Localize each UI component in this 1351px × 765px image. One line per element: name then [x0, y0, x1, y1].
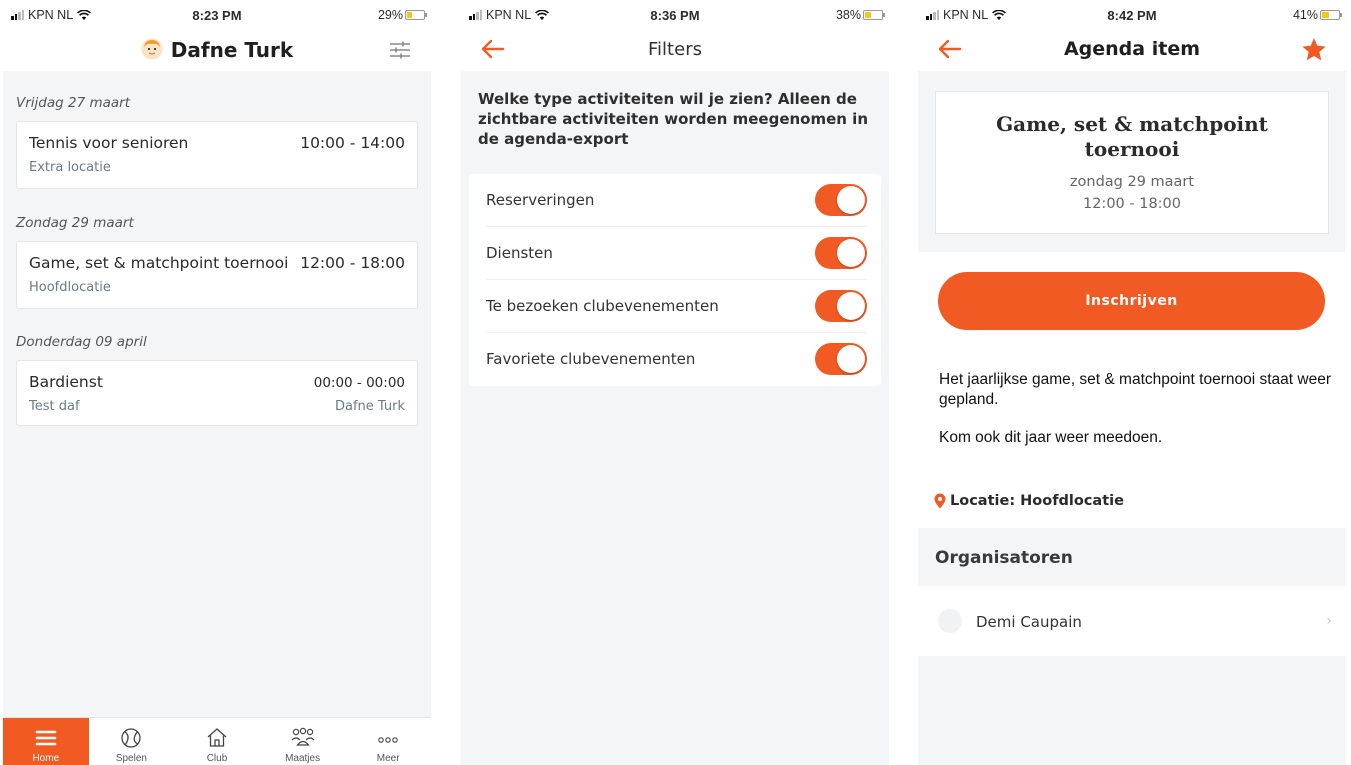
- battery-icon: [863, 10, 885, 20]
- event-time: 10:00 - 14:00: [300, 134, 405, 152]
- filter-list: Reserveringen Diensten Te bezoeken clube…: [469, 174, 881, 386]
- event-title: Game, set & matchpoint toernooi: [29, 254, 289, 272]
- house-icon: [207, 728, 227, 747]
- date-label: Vrijdag 27 maart: [16, 95, 130, 111]
- filters-screen: KPN NL 8:36 PM 38% Filters Welke type ac…: [461, 0, 889, 765]
- section-title: Organisatoren: [935, 548, 1073, 568]
- user-avatar-icon[interactable]: [141, 38, 163, 60]
- toggle-favoriete[interactable]: [815, 343, 867, 375]
- toggle-diensten[interactable]: [815, 237, 867, 269]
- event-description: Het jaarlijkse game, set & matchpoint to…: [939, 371, 1331, 408]
- event-card[interactable]: Tennis voor senioren 10:00 - 14:00 Extra…: [16, 121, 418, 189]
- date-label: Zondag 29 maart: [16, 215, 134, 231]
- organizer-name: Demi Caupain: [976, 613, 1082, 631]
- filters-intro: Welke type activiteiten wil je zien? All…: [478, 90, 869, 148]
- tab-bar: Home Spelen Club Maatjes Meer: [3, 717, 431, 765]
- battery-percent: 41%: [1292, 8, 1318, 22]
- clock: 8:36 PM: [650, 8, 700, 23]
- chevron-right-icon: ›: [1326, 613, 1332, 629]
- app-header: Agenda item: [918, 30, 1346, 71]
- status-bar: KPN NL 8:42 PM 41%: [918, 0, 1346, 30]
- event-card[interactable]: Bardienst 00:00 - 00:00 Test daf Dafne T…: [16, 360, 418, 426]
- event-location: Hoofdlocatie: [29, 280, 111, 295]
- agenda-item-screen: KPN NL 8:42 PM 41% Agenda item Game, set…: [918, 0, 1346, 765]
- page-title: Dafne Turk: [3, 38, 431, 62]
- location-pin-icon: [934, 493, 946, 509]
- filter-row-clubevenementen: Te bezoeken clubevenementen: [486, 280, 867, 333]
- page-title: Filters: [648, 39, 702, 60]
- event-location: Locatie: Hoofdlocatie: [934, 493, 1124, 509]
- event-date: zondag 29 maart: [1069, 174, 1195, 190]
- page-title: Agenda item: [1063, 38, 1201, 60]
- event-title: Game, set & matchpoint toernooi: [996, 112, 1268, 161]
- event-title: Bardienst: [29, 373, 103, 391]
- filter-row-favoriete: Favoriete clubevenementen: [486, 333, 867, 386]
- filter-row-reserveringen: Reserveringen: [486, 174, 867, 227]
- organizers-header: Organisatoren: [918, 528, 1346, 586]
- user-name: Dafne Turk: [170, 38, 294, 62]
- avatar: [938, 609, 962, 633]
- tab-meer[interactable]: Meer: [345, 718, 431, 765]
- app-header: Dafne Turk: [3, 30, 431, 71]
- organizer-row[interactable]: Demi Caupain ›: [918, 586, 1346, 656]
- tab-spelen[interactable]: Spelen: [89, 718, 175, 765]
- status-bar: KPN NL 8:36 PM 38%: [461, 0, 889, 30]
- sliders-icon[interactable]: [389, 40, 411, 60]
- more-icon: [378, 737, 398, 743]
- event-time: 00:00 - 00:00: [313, 375, 405, 391]
- date-label: Donderdag 09 april: [16, 334, 147, 350]
- status-bar: KPN NL 8:23 PM 29%: [3, 0, 431, 30]
- signup-button[interactable]: Inschrijven: [938, 272, 1325, 330]
- clock: 8:23 PM: [192, 8, 242, 23]
- clock: 8:42 PM: [1107, 8, 1157, 23]
- event-location: Test daf: [29, 399, 80, 414]
- tennis-ball-icon: [121, 728, 142, 748]
- home-screen: KPN NL 8:23 PM 29% Dafne Turk Vrijdag 27…: [3, 0, 431, 765]
- event-location: Extra locatie: [29, 160, 111, 175]
- tab-club[interactable]: Club: [174, 718, 260, 765]
- battery-icon: [405, 10, 427, 20]
- filter-row-diensten: Diensten: [486, 227, 867, 280]
- empty-area: [918, 656, 1346, 765]
- star-icon[interactable]: [1300, 36, 1328, 64]
- tab-maatjes[interactable]: Maatjes: [260, 718, 346, 765]
- toggle-clubevenementen[interactable]: [815, 290, 867, 322]
- battery-percent: 29%: [377, 8, 403, 22]
- app-header: Filters: [461, 30, 889, 71]
- event-summary: Game, set & matchpoint toernooi zondag 2…: [918, 71, 1346, 252]
- tab-home[interactable]: Home: [3, 718, 89, 765]
- event-card[interactable]: Game, set & matchpoint toernooi 12:00 - …: [16, 241, 418, 309]
- event-assignee: Dafne Turk: [334, 399, 405, 414]
- people-icon: [291, 727, 315, 746]
- battery-percent: 38%: [835, 8, 861, 22]
- event-description-extra: Kom ook dit jaar weer meedoen.: [939, 429, 1163, 446]
- battery-icon: [1320, 10, 1342, 20]
- event-details: Inschrijven Het jaarlijkse game, set & m…: [918, 252, 1346, 528]
- menu-icon: [35, 730, 57, 746]
- event-time: 12:00 - 18:00: [1082, 196, 1182, 212]
- toggle-reserveringen[interactable]: [815, 184, 867, 216]
- event-title: Tennis voor senioren: [29, 134, 189, 152]
- event-time: 12:00 - 18:00: [300, 254, 405, 272]
- agenda-list[interactable]: Vrijdag 27 maart Tennis voor senioren 10…: [3, 71, 431, 717]
- event-summary-card: Game, set & matchpoint toernooi zondag 2…: [935, 91, 1329, 234]
